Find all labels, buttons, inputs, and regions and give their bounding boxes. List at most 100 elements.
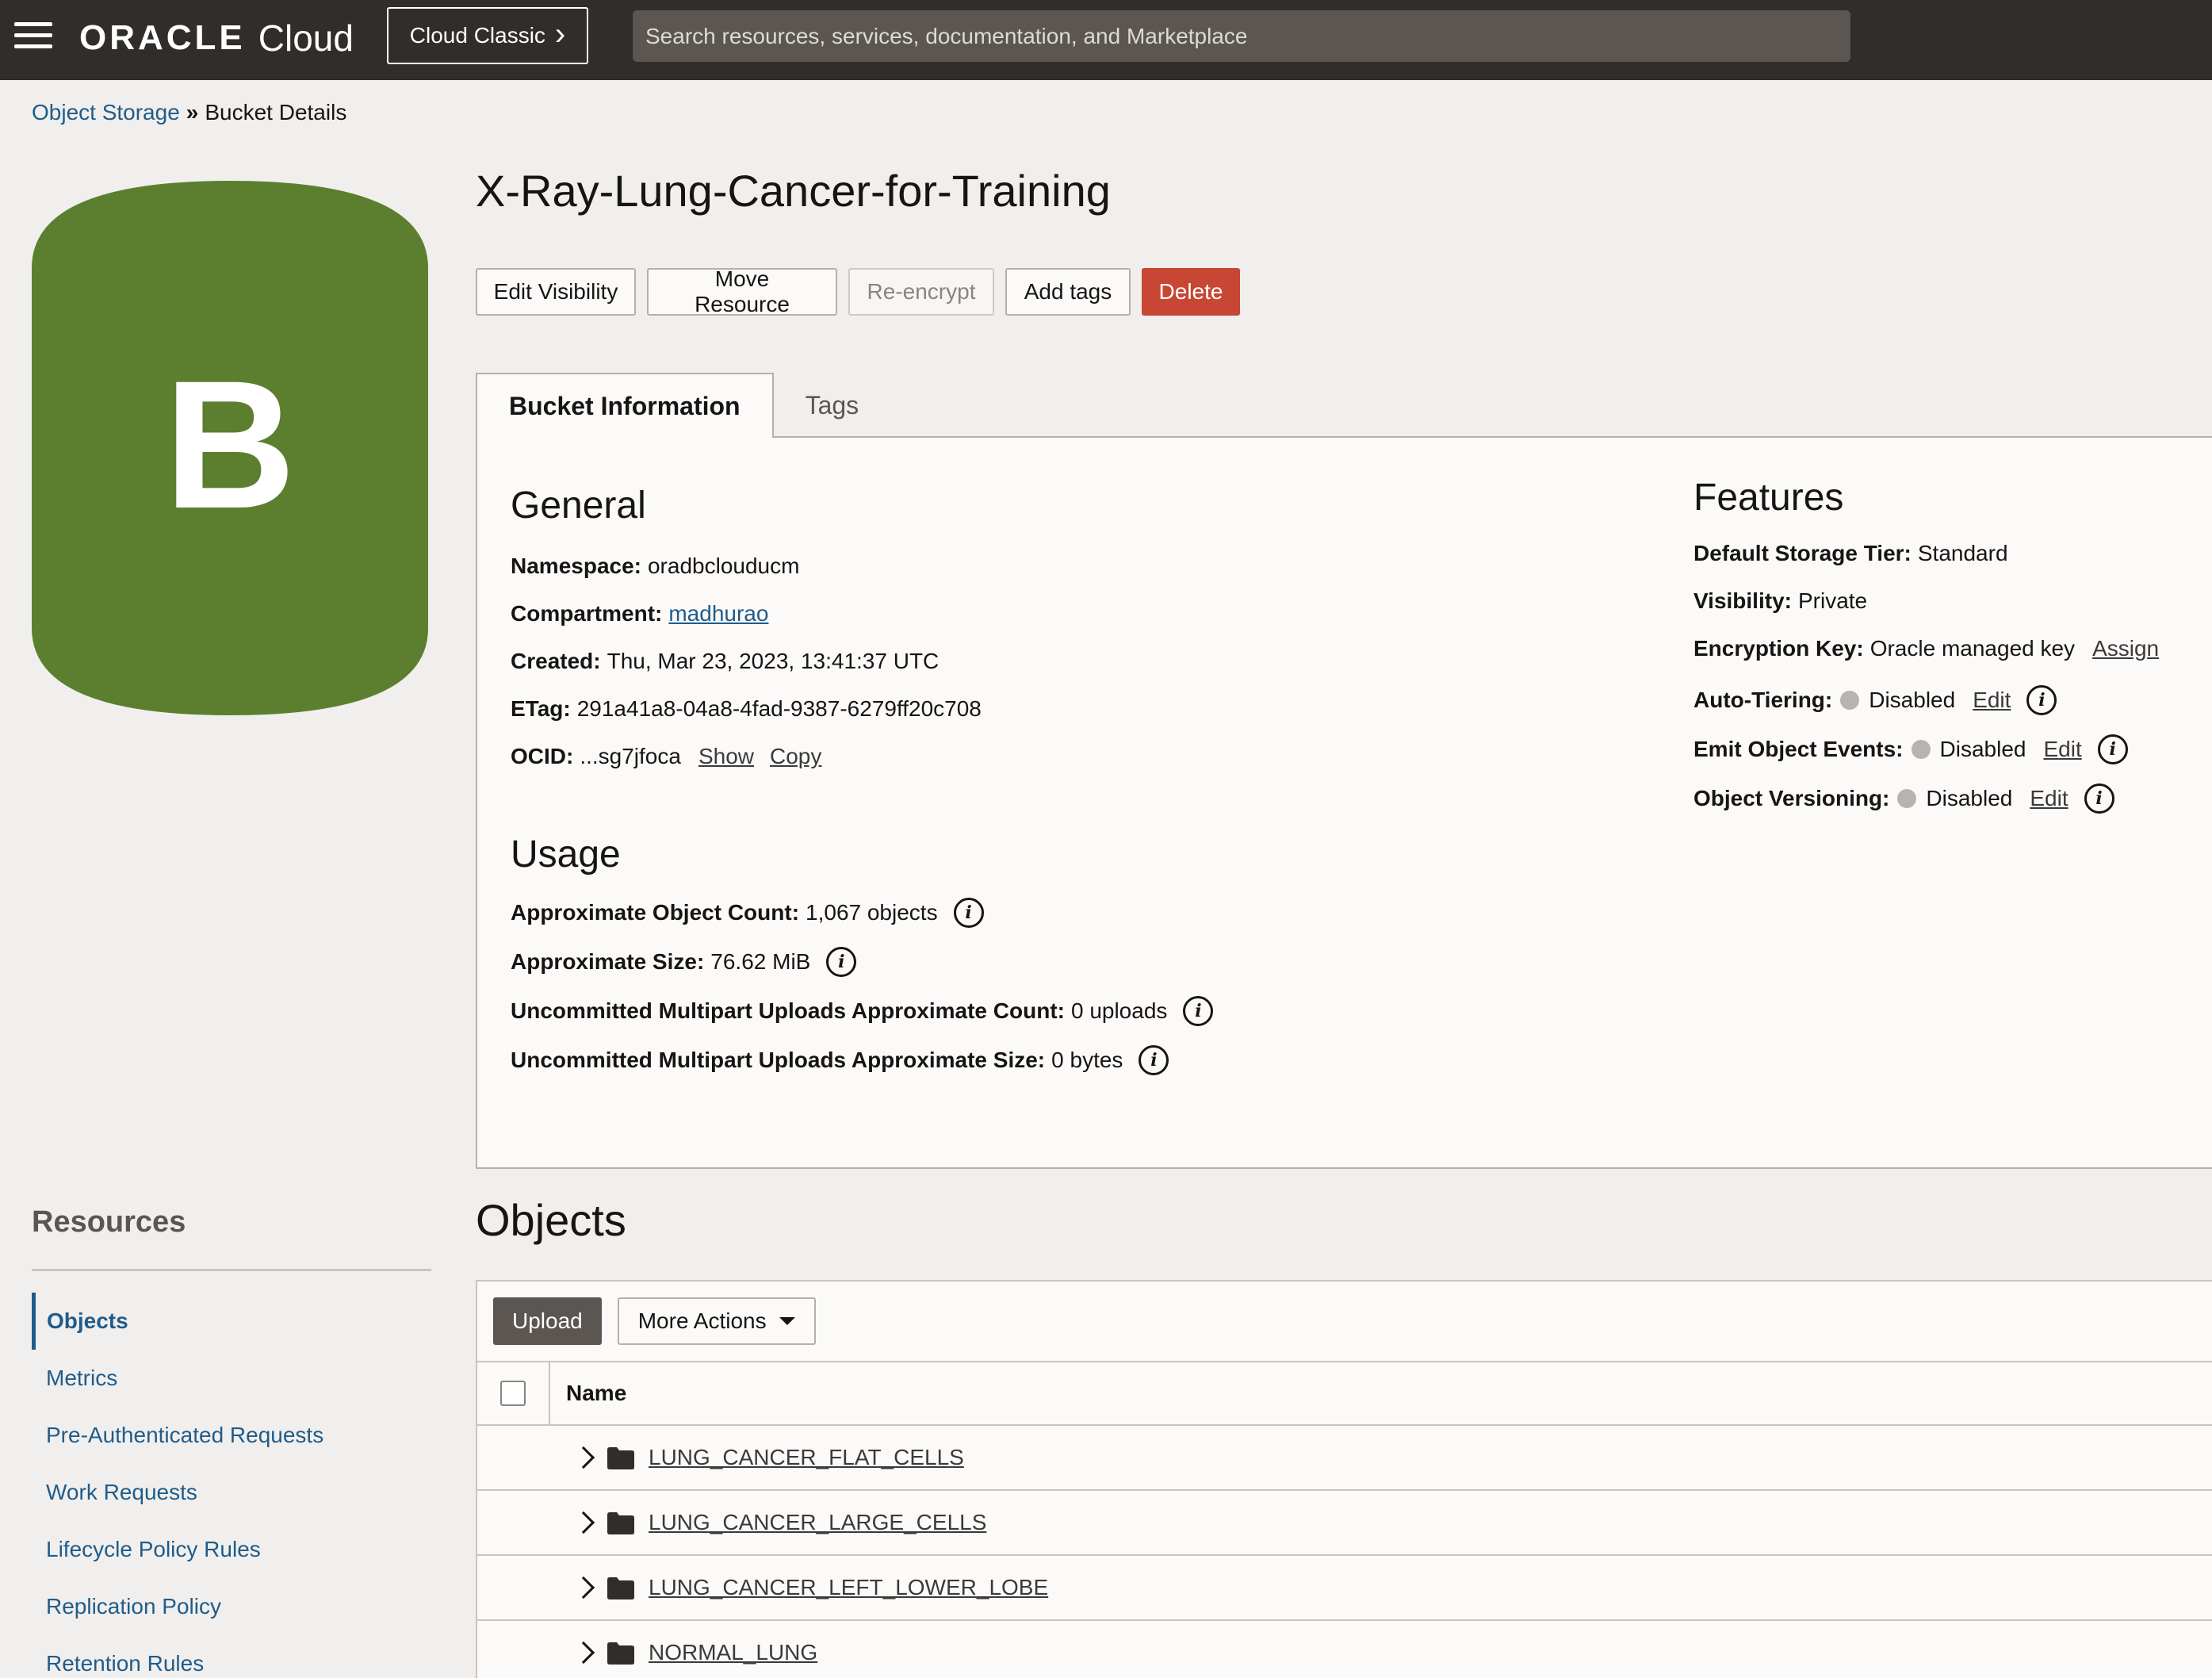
- info-icon[interactable]: i: [826, 947, 857, 977]
- resource-item-lifecycle-policy-rules[interactable]: Lifecycle Policy Rules: [32, 1521, 431, 1578]
- objects-heading: Objects: [476, 1195, 626, 1245]
- size-value: 76.62 MiB: [710, 949, 811, 974]
- more-actions-button[interactable]: More Actions: [617, 1297, 816, 1345]
- emit-events-value: Disabled: [1939, 737, 2026, 761]
- visibility-row: Visibility: Private: [1693, 588, 1867, 614]
- auto-tiering-value: Disabled: [1869, 688, 1956, 712]
- resource-item-work-requests[interactable]: Work Requests: [32, 1464, 431, 1521]
- table-row: NORMAL_LUNG: [477, 1621, 2212, 1678]
- breadcrumb-object-storage-link[interactable]: Object Storage: [32, 100, 180, 125]
- table-row: LUNG_CANCER_LEFT_LOWER_LOBE: [477, 1556, 2212, 1621]
- tab-tags[interactable]: Tags: [774, 373, 891, 438]
- select-all-checkbox[interactable]: [500, 1381, 526, 1406]
- resources-nav: Objects Metrics Pre-Authenticated Reques…: [32, 1293, 431, 1678]
- encryption-assign-link[interactable]: Assign: [2092, 636, 2159, 661]
- folder-name-link[interactable]: LUNG_CANCER_FLAT_CELLS: [649, 1445, 964, 1470]
- resources-heading: Resources: [32, 1205, 186, 1239]
- features-heading: Features: [1693, 477, 1844, 519]
- bucket-information-panel: General Namespace: oradbclouducm Compart…: [476, 436, 2212, 1169]
- multipart-size-row: Uncommitted Multipart Uploads Approximat…: [511, 1045, 1169, 1075]
- compartment-label: Compartment:: [511, 601, 663, 626]
- re-encrypt-button[interactable]: Re-encrypt: [848, 268, 994, 316]
- edit-visibility-button[interactable]: Edit Visibility: [476, 268, 636, 316]
- oracle-cloud-logo[interactable]: ORACLE Cloud: [79, 14, 354, 62]
- bucket-letter: B: [164, 343, 296, 546]
- chevron-right-icon: ›: [554, 17, 566, 52]
- tab-bucket-information[interactable]: Bucket Information: [476, 373, 774, 438]
- add-tags-button[interactable]: Add tags: [1005, 268, 1131, 316]
- auto-tiering-edit-link[interactable]: Edit: [1973, 688, 2011, 713]
- expand-chevron-icon[interactable]: [572, 1576, 595, 1599]
- resource-item-metrics[interactable]: Metrics: [32, 1350, 431, 1407]
- expand-chevron-icon[interactable]: [572, 1511, 595, 1534]
- encryption-value: Oracle managed key: [1869, 636, 2076, 661]
- breadcrumb: Object Storage » Bucket Details: [32, 100, 346, 125]
- expand-chevron-icon[interactable]: [572, 1446, 595, 1469]
- cloud-classic-button[interactable]: Cloud Classic ›: [387, 7, 588, 64]
- size-row: Approximate Size: 76.62 MiB i: [511, 947, 857, 977]
- bucket-actions: Edit Visibility Move Resource Re-encrypt…: [476, 266, 1240, 316]
- folder-name-link[interactable]: LUNG_CANCER_LARGE_CELLS: [649, 1510, 986, 1535]
- select-all-cell: [477, 1362, 550, 1424]
- namespace-row: Namespace: oradbclouducm: [511, 554, 799, 579]
- emit-events-edit-link[interactable]: Edit: [2043, 737, 2081, 762]
- emit-events-label: Emit Object Events:: [1693, 737, 1904, 761]
- objects-table: Name LUNG_CANCER_FLAT_CELLS LUNG_CANCER_…: [477, 1361, 2212, 1678]
- info-icon[interactable]: i: [2084, 783, 2114, 814]
- column-header-name[interactable]: Name: [550, 1381, 626, 1406]
- object-count-row: Approximate Object Count: 1,067 objects …: [511, 898, 984, 928]
- expand-chevron-icon[interactable]: [572, 1641, 595, 1665]
- info-icon[interactable]: i: [953, 898, 984, 928]
- compartment-link[interactable]: madhurao: [668, 601, 768, 626]
- ocid-show-link[interactable]: Show: [698, 744, 754, 769]
- top-navigation-bar: ORACLE Cloud Cloud Classic ›: [0, 0, 2212, 80]
- ocid-label: OCID:: [511, 744, 574, 768]
- info-icon[interactable]: i: [1139, 1045, 1169, 1075]
- multipart-size-value: 0 bytes: [1051, 1048, 1123, 1072]
- resource-item-objects[interactable]: Objects: [32, 1293, 431, 1350]
- size-label: Approximate Size:: [511, 949, 705, 974]
- versioning-edit-link[interactable]: Edit: [2030, 786, 2068, 811]
- resource-item-pre-authenticated-requests[interactable]: Pre-Authenticated Requests: [32, 1407, 431, 1464]
- info-icon[interactable]: i: [2097, 734, 2128, 764]
- details-tabs: Bucket Information Tags: [476, 373, 890, 438]
- storage-tier-row: Default Storage Tier: Standard: [1693, 541, 2008, 566]
- caret-down-icon: [779, 1317, 795, 1325]
- info-icon[interactable]: i: [2026, 685, 2057, 715]
- versioning-row: Object Versioning: Disabled Edit i: [1693, 783, 2114, 814]
- object-count-label: Approximate Object Count:: [511, 900, 800, 925]
- info-icon[interactable]: i: [1183, 996, 1214, 1026]
- brand-oracle-text: ORACLE: [79, 18, 246, 57]
- table-row: LUNG_CANCER_LARGE_CELLS: [477, 1491, 2212, 1556]
- ocid-value: ...sg7jfoca: [580, 744, 681, 768]
- breadcrumb-current: Bucket Details: [205, 100, 347, 125]
- etag-value: 291a41a8-04a8-4fad-9387-6279ff20c708: [576, 696, 982, 721]
- cloud-classic-label: Cloud Classic: [409, 23, 545, 48]
- multipart-size-label: Uncommitted Multipart Uploads Approximat…: [511, 1048, 1046, 1072]
- encryption-row: Encryption Key: Oracle managed key Assig…: [1693, 636, 2159, 661]
- objects-toolbar: Upload More Actions: [493, 1297, 816, 1345]
- brand-cloud-text: Cloud: [258, 17, 354, 59]
- hamburger-menu-icon[interactable]: [14, 22, 52, 54]
- folder-name-link[interactable]: LUNG_CANCER_LEFT_LOWER_LOBE: [649, 1575, 1048, 1600]
- folder-icon: [607, 1447, 634, 1469]
- objects-panel: Upload More Actions Name LUNG_CANCER_FLA…: [476, 1280, 2212, 1678]
- compartment-row: Compartment: madhurao: [511, 601, 768, 626]
- search-bar: [633, 10, 1850, 62]
- multipart-count-label: Uncommitted Multipart Uploads Approximat…: [511, 998, 1065, 1023]
- resource-item-replication-policy[interactable]: Replication Policy: [32, 1578, 431, 1635]
- resource-item-retention-rules[interactable]: Retention Rules: [32, 1635, 431, 1678]
- versioning-value: Disabled: [1926, 786, 2013, 810]
- bucket-icon: B: [32, 181, 428, 715]
- folder-icon: [607, 1577, 634, 1599]
- visibility-label: Visibility:: [1693, 588, 1792, 613]
- folder-name-link[interactable]: NORMAL_LUNG: [649, 1640, 817, 1665]
- upload-button[interactable]: Upload: [493, 1297, 602, 1345]
- resources-divider: [32, 1269, 431, 1271]
- search-input[interactable]: [645, 10, 1850, 62]
- delete-button[interactable]: Delete: [1142, 268, 1240, 316]
- move-resource-button[interactable]: Move Resource: [647, 266, 837, 316]
- multipart-count-value: 0 uploads: [1070, 998, 1168, 1023]
- ocid-copy-link[interactable]: Copy: [770, 744, 821, 769]
- auto-tiering-label: Auto-Tiering:: [1693, 688, 1833, 712]
